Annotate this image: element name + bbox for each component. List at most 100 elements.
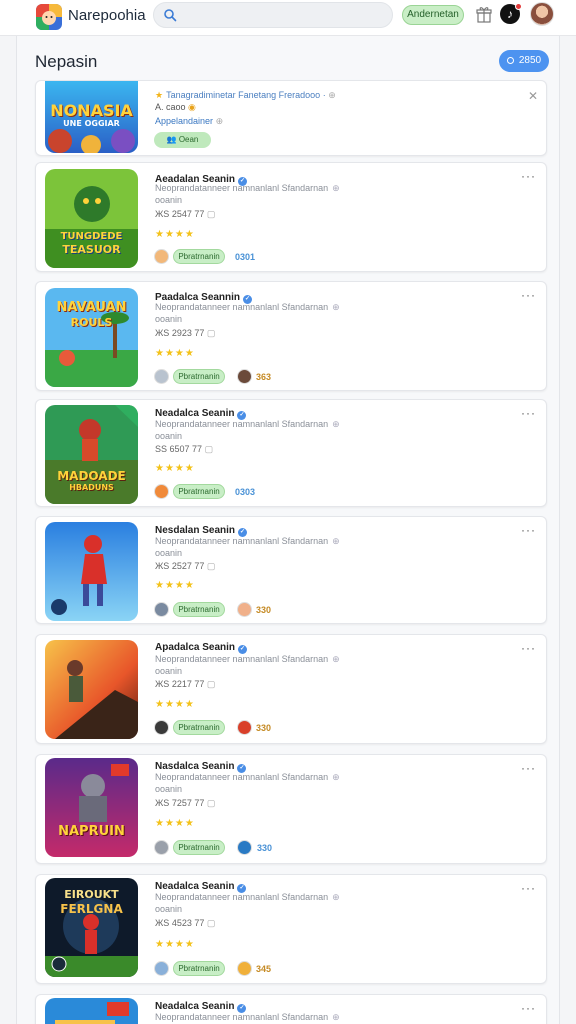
- more-options-icon[interactable]: ···: [521, 288, 536, 302]
- game-thumbnail[interactable]: MADOADE HBADUNS: [45, 405, 138, 504]
- status-pill[interactable]: Pbratrnanin: [173, 961, 225, 976]
- status-pill[interactable]: Pbratrnanin: [173, 369, 225, 384]
- status-pill[interactable]: Pbratrnanin: [173, 249, 225, 264]
- top-bar: Narepoohia Andernetan ♪: [0, 0, 576, 36]
- thumb-subtitle: TEASUOR: [62, 243, 121, 256]
- promo-button[interactable]: 👥 Oean: [154, 132, 211, 148]
- more-options-icon[interactable]: ···: [521, 169, 536, 183]
- friend-avatar[interactable]: [237, 369, 252, 384]
- list-item[interactable]: Apadalca Seanin ✓ Neoprandatanneer namnan…: [35, 634, 547, 744]
- rating-stars: ★★★★: [155, 463, 195, 474]
- author-avatar[interactable]: [154, 484, 169, 499]
- friend-avatar[interactable]: [237, 840, 252, 855]
- search-bar[interactable]: [153, 2, 393, 28]
- thumb-subtitle: ROULS: [70, 316, 113, 329]
- game-thumbnail[interactable]: TUNGDEDE TEASUOR: [45, 169, 138, 268]
- score-value: 0301: [235, 252, 256, 262]
- list-item[interactable]: Nesdalan Seanin ✓ Neoprandatanneer namnan…: [35, 516, 547, 624]
- friend-avatar[interactable]: [237, 602, 252, 617]
- friend-avatar[interactable]: [237, 961, 252, 976]
- promo-link[interactable]: Appelandainer ⊕: [155, 116, 223, 127]
- info-icon: ⊕: [332, 654, 340, 664]
- thumb-title: TUNGDEDE: [60, 231, 123, 242]
- card-stat: ЖЅ 2547 77 ▢: [155, 209, 216, 219]
- action-button[interactable]: Andernetan: [402, 5, 464, 25]
- status-pill[interactable]: Pbratrnanin: [173, 720, 225, 735]
- list-item[interactable]: NAVAUAN ROULS Paadalca Seannin ✓ Neoprand…: [35, 281, 547, 391]
- info-icon: ⊕: [332, 419, 340, 429]
- list-item[interactable]: Neadalca Seanin ✓ Neoprandatanneer namnan…: [35, 994, 547, 1024]
- thumb-title: NAVAUAN: [56, 300, 127, 315]
- close-icon[interactable]: ✕: [528, 89, 538, 103]
- info-icon: ⊕: [332, 536, 340, 546]
- game-thumbnail[interactable]: NAVAUAN ROULS: [45, 288, 138, 387]
- score-value: 330: [257, 843, 273, 853]
- page-title: Nepasin: [35, 52, 98, 71]
- author-avatar[interactable]: [154, 720, 169, 735]
- promo-subtext: A. caoo ◉: [155, 102, 196, 112]
- rating-stars: ★★★★: [155, 580, 195, 591]
- card-description: Neoprandatanneer namnanlanl Sfandarnan ⊕ o…: [155, 302, 340, 324]
- copy-icon: ▢: [206, 679, 216, 689]
- search-input[interactable]: [184, 5, 384, 25]
- copy-icon: ▢: [206, 918, 216, 928]
- game-thumbnail[interactable]: [45, 640, 138, 739]
- music-app-icon[interactable]: ♪: [500, 3, 522, 24]
- author-avatar[interactable]: [154, 369, 169, 384]
- list-item[interactable]: TUNGDEDE TEASUOR Aeadalan Seanin ✓ Neopra…: [35, 162, 547, 272]
- card-stat: ЖЅ 2923 77 ▢: [155, 328, 216, 338]
- list-item[interactable]: MADOADE HBADUNS Neadalca Seanin ✓ Neopran…: [35, 399, 547, 507]
- rating-stars: ★★★★: [155, 699, 195, 710]
- count-value: 2850: [518, 55, 542, 66]
- gift-icon[interactable]: [476, 6, 492, 24]
- card-stat: ЖЅ 4523 77 ▢: [155, 918, 216, 928]
- thumb-subtitle: HBADUNS: [69, 483, 114, 492]
- copy-icon: ▢: [206, 209, 216, 219]
- promo-thumbnail[interactable]: NONASIA UNE OGGIAR: [45, 81, 138, 153]
- status-pill[interactable]: Pbratrnanin: [173, 840, 225, 855]
- info-icon: ⊕: [215, 116, 224, 126]
- info-icon: ⊕: [332, 772, 340, 782]
- author-avatar[interactable]: [154, 249, 169, 264]
- thumb-title: NAPRUIN: [58, 824, 125, 839]
- more-options-icon[interactable]: ···: [521, 761, 536, 775]
- score-value: 345: [256, 964, 272, 974]
- game-thumbnail[interactable]: EIROUKT FERLGNA: [45, 878, 138, 977]
- status-pill[interactable]: Pbratrnanin: [173, 484, 225, 499]
- user-avatar[interactable]: [530, 2, 554, 26]
- friend-avatar[interactable]: [237, 720, 252, 735]
- rating-stars: ★★★★: [155, 229, 195, 240]
- game-thumbnail[interactable]: [45, 522, 138, 621]
- promo-thumb-title: NONASIA: [50, 101, 133, 120]
- author-avatar[interactable]: [154, 602, 169, 617]
- search-icon: [164, 9, 177, 22]
- list-item[interactable]: NAPRUIN Nasdalca Seanin ✓ Neoprandatannee…: [35, 754, 547, 864]
- info-icon: ⊕: [328, 90, 336, 100]
- card-description: Neoprandatanneer namnanlanl Sfandarnan ⊕ o…: [155, 419, 340, 441]
- app-logo[interactable]: [36, 4, 62, 30]
- circle-icon: [506, 57, 514, 64]
- more-options-icon[interactable]: ···: [521, 406, 536, 420]
- list-item[interactable]: EIROUKT FERLGNA Neadalca Seanin ✓ Neopran…: [35, 874, 547, 984]
- game-thumbnail[interactable]: NAPRUIN: [45, 758, 138, 857]
- author-avatar[interactable]: [154, 961, 169, 976]
- more-options-icon[interactable]: ···: [521, 641, 536, 655]
- status-pill[interactable]: Pbratrnanin: [173, 602, 225, 617]
- card-stat: ЖЅ 2217 77 ▢: [155, 679, 216, 689]
- more-options-icon[interactable]: ···: [521, 1001, 536, 1015]
- card-description: Neoprandatanneer namnanlanl Sfandarnan ⊕ o…: [155, 892, 340, 914]
- more-options-icon[interactable]: ···: [521, 523, 536, 537]
- info-icon: ⊕: [332, 183, 340, 193]
- promo-card[interactable]: NONASIA UNE OGGIAR ★ Tanagradiminetar Fan…: [35, 80, 547, 156]
- rating-stars: ★★★★: [155, 939, 195, 950]
- count-badge[interactable]: 2850: [499, 50, 549, 72]
- notification-dot: [515, 3, 522, 10]
- card-description: Neoprandatanneer namnanlanl Sfandarnan ⊕ o…: [155, 772, 340, 794]
- author-avatar[interactable]: [154, 840, 169, 855]
- badge-icon: ◉: [188, 102, 196, 112]
- game-thumbnail[interactable]: [45, 998, 138, 1024]
- card-stat: ЖЅ 7257 77 ▢: [155, 798, 216, 808]
- info-icon: ⊕: [332, 892, 340, 902]
- more-options-icon[interactable]: ···: [521, 881, 536, 895]
- copy-icon: ▢: [204, 444, 214, 454]
